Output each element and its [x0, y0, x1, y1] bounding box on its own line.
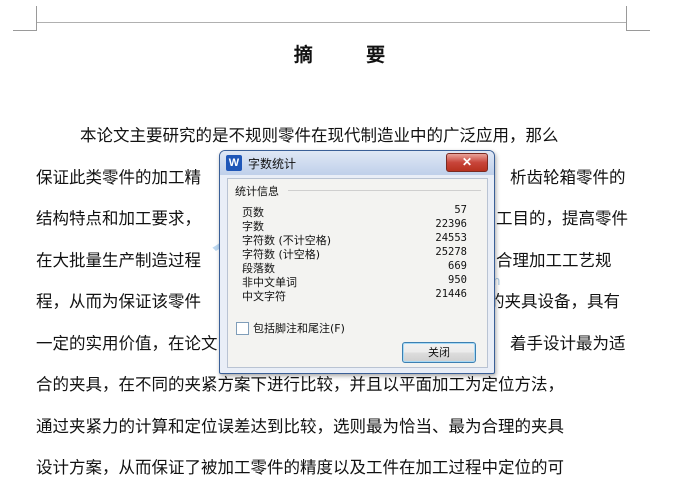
stat-row-pages: 页数 57 — [242, 204, 467, 219]
dialog-title: 字数统计 — [248, 157, 297, 171]
doc-line-5b: 的夹具设备，具有 — [488, 292, 620, 311]
doc-line-3b: 工目的，提高零件 — [496, 209, 628, 228]
doc-line-7: 合的夹具，在不同的夹紧方案下进行比较，并且以平面加工为定位方法， — [36, 375, 564, 394]
stat-label: 中文字符 — [242, 290, 286, 303]
doc-line-1: 本论文主要研究的是不规则零件在现代制造业中的广泛应用，那么 — [80, 126, 559, 145]
page-corner-mark-left-v — [36, 6, 37, 31]
stat-row-chars-no-spaces: 字符数 (不计空格) 24553 — [242, 232, 467, 247]
stats-group-label: 统计信息 — [235, 185, 279, 198]
stat-value: 57 — [454, 204, 467, 216]
stat-value: 25278 — [435, 246, 467, 258]
doc-line-2b: 析齿轮箱零件的 — [510, 168, 626, 187]
stat-value: 24553 — [435, 232, 467, 244]
wps-writer-icon: W — [226, 155, 242, 171]
include-footnotes-label[interactable]: 包括脚注和尾注(F) — [253, 320, 345, 336]
dialog-close-button[interactable]: ✕ — [446, 153, 488, 172]
doc-line-9: 设计方案，从而保证了被加工零件的精度以及工件在加工过程中定位的可 — [36, 458, 564, 477]
header-rule — [37, 22, 626, 23]
stat-row-chars-with-spaces: 字符数 (计空格) 25278 — [242, 246, 467, 261]
stat-row-words: 字数 22396 — [242, 218, 467, 233]
stat-value: 21446 — [435, 288, 467, 300]
word-count-dialog: W 字数统计 ✕ 统计信息 页数 57 字数 22396 字符数 (不计空格) … — [219, 150, 495, 374]
document-title: 摘 要 — [0, 40, 679, 67]
doc-line-8: 通过夹紧力的计算和定位误差达到比较，选则最为恰当、最为合理的夹具 — [36, 417, 564, 436]
close-icon: ✕ — [461, 155, 473, 169]
include-footnotes-checkbox[interactable] — [236, 322, 249, 335]
title-char-1: 摘 — [293, 44, 313, 66]
stat-row-paragraphs: 段落数 669 — [242, 260, 467, 275]
dialog-body: 统计信息 页数 57 字数 22396 字符数 (不计空格) 24553 字符数… — [227, 178, 488, 368]
stat-row-chinese-chars: 中文字符 21446 — [242, 288, 467, 303]
doc-line-6b: 着手设计最为适 — [510, 334, 626, 353]
doc-line-4b: 合理加工工艺规 — [496, 251, 612, 270]
title-char-2: 要 — [366, 44, 386, 66]
page-corner-mark-right-h — [626, 30, 650, 31]
stat-row-non-chinese-words: 非中文单词 950 — [242, 274, 467, 289]
dialog-titlebar[interactable]: W 字数统计 ✕ — [220, 151, 494, 175]
page-corner-mark-right-v — [626, 6, 627, 31]
stat-value: 22396 — [435, 218, 467, 230]
stat-value: 669 — [448, 260, 467, 272]
stats-group-divider — [288, 190, 481, 191]
stat-value: 950 — [448, 274, 467, 286]
page-corner-mark-left-h — [13, 30, 37, 31]
close-button[interactable]: 关闭 — [402, 342, 476, 363]
